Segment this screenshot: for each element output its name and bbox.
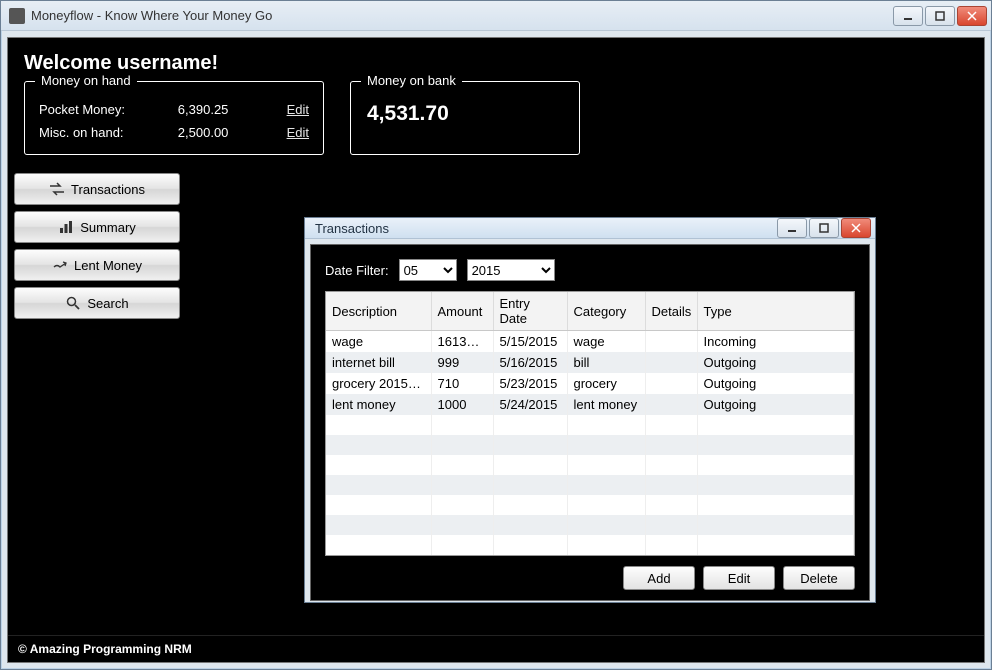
- maximize-icon: [935, 11, 945, 21]
- window-title: Moneyflow - Know Where Your Money Go: [31, 8, 272, 23]
- transactions-client: Date Filter: 05 2015: [310, 244, 870, 601]
- main-area: Transactions: [186, 167, 984, 635]
- table-row[interactable]: internet bill9995/16/2015billOutgoing: [326, 352, 854, 373]
- sidebar-item-lent-money[interactable]: Lent Money: [14, 249, 180, 281]
- table-header-row[interactable]: Description Amount Entry Date Category D…: [326, 292, 854, 331]
- table-row[interactable]: [326, 435, 854, 455]
- sidebar: Transactions Summary Lent Money Search: [8, 167, 186, 635]
- money-on-bank-amount: 4,531.70: [365, 98, 565, 130]
- sidebar-item-search[interactable]: Search: [14, 287, 180, 319]
- money-on-hand-group: Money on hand Pocket Money: 6,390.25 Edi…: [24, 81, 324, 155]
- table-row[interactable]: wage16130.955/15/2015wageIncoming: [326, 331, 854, 353]
- minimize-icon: [903, 11, 913, 21]
- misc-on-hand-label: Misc. on hand:: [39, 125, 149, 140]
- transactions-window: Transactions: [304, 217, 876, 603]
- delete-button[interactable]: Delete: [783, 566, 855, 590]
- table-row[interactable]: [326, 495, 854, 515]
- transactions-window-title: Transactions: [315, 221, 389, 236]
- maximize-button[interactable]: [925, 6, 955, 26]
- transactions-icon: [49, 181, 65, 197]
- minimize-button[interactable]: [893, 6, 923, 26]
- close-button[interactable]: [957, 6, 987, 26]
- pocket-money-row: Pocket Money: 6,390.25 Edit: [39, 98, 309, 121]
- pocket-money-edit-link[interactable]: Edit: [287, 102, 309, 117]
- table-row[interactable]: [326, 455, 854, 475]
- lent-money-icon: [52, 257, 68, 273]
- app-window: Moneyflow - Know Where Your Money Go Wel…: [0, 0, 992, 670]
- sidebar-item-label: Lent Money: [74, 258, 142, 273]
- table-row[interactable]: grocery 2015-057105/23/2015groceryOutgoi…: [326, 373, 854, 394]
- add-button[interactable]: Add: [623, 566, 695, 590]
- transactions-minimize-button[interactable]: [777, 218, 807, 238]
- col-description[interactable]: Description: [326, 292, 431, 331]
- sidebar-item-label: Summary: [80, 220, 136, 235]
- col-amount[interactable]: Amount: [431, 292, 493, 331]
- maximize-icon: [819, 223, 829, 233]
- sidebar-item-label: Transactions: [71, 182, 145, 197]
- transactions-maximize-button[interactable]: [809, 218, 839, 238]
- pocket-money-label: Pocket Money:: [39, 102, 149, 117]
- pocket-money-value: 6,390.25: [178, 102, 258, 117]
- close-icon: [967, 11, 977, 21]
- col-entry-date[interactable]: Entry Date: [493, 292, 567, 331]
- table-row[interactable]: [326, 475, 854, 495]
- edit-button[interactable]: Edit: [703, 566, 775, 590]
- year-select[interactable]: 2015: [467, 259, 555, 281]
- table-row[interactable]: [326, 415, 854, 435]
- col-type[interactable]: Type: [697, 292, 854, 331]
- minimize-icon: [787, 223, 797, 233]
- table-row[interactable]: [326, 515, 854, 535]
- money-on-hand-legend: Money on hand: [35, 73, 137, 88]
- col-details[interactable]: Details: [645, 292, 697, 331]
- sidebar-item-transactions[interactable]: Transactions: [14, 173, 180, 205]
- money-on-bank-group: Money on bank 4,531.70: [350, 81, 580, 155]
- table-row[interactable]: lent money10005/24/2015lent moneyOutgoin…: [326, 394, 854, 415]
- summary-icon: [58, 219, 74, 235]
- transactions-titlebar[interactable]: Transactions: [305, 218, 875, 239]
- titlebar[interactable]: Moneyflow - Know Where Your Money Go: [1, 1, 991, 31]
- welcome-heading: Welcome username!: [8, 38, 984, 81]
- app-icon: [9, 8, 25, 24]
- col-category[interactable]: Category: [567, 292, 645, 331]
- footer-copyright: © Amazing Programming NRM: [8, 635, 984, 662]
- transactions-close-button[interactable]: [841, 218, 871, 238]
- misc-on-hand-edit-link[interactable]: Edit: [287, 125, 309, 140]
- sidebar-item-summary[interactable]: Summary: [14, 211, 180, 243]
- date-filter-label: Date Filter:: [325, 263, 389, 278]
- client-area: Welcome username! Money on hand Pocket M…: [7, 37, 985, 663]
- misc-on-hand-row: Misc. on hand: 2,500.00 Edit: [39, 121, 309, 144]
- sidebar-item-label: Search: [87, 296, 128, 311]
- table-row[interactable]: [326, 535, 854, 555]
- misc-on-hand-value: 2,500.00: [178, 125, 258, 140]
- transactions-grid[interactable]: Description Amount Entry Date Category D…: [325, 291, 855, 556]
- close-icon: [851, 223, 861, 233]
- money-on-bank-legend: Money on bank: [361, 73, 462, 88]
- search-icon: [65, 295, 81, 311]
- month-select[interactable]: 05: [399, 259, 457, 281]
